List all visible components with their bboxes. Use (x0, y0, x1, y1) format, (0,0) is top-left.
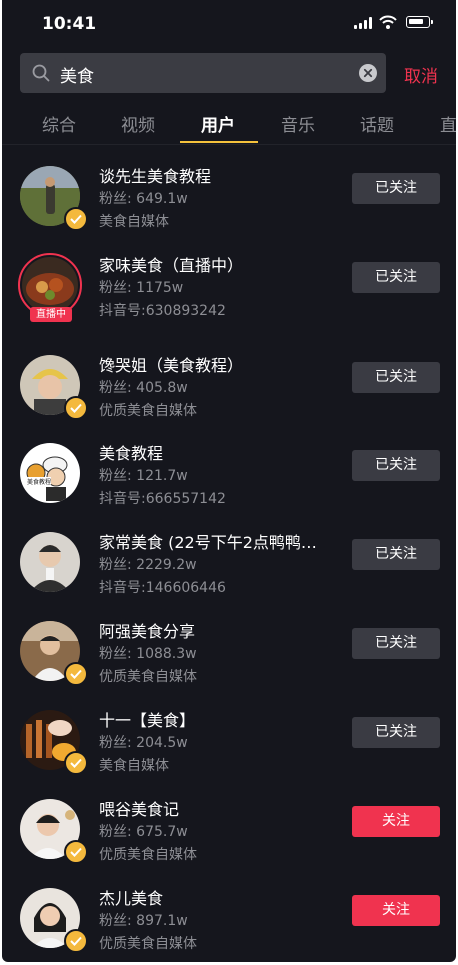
search-tabs: 综合 视频 用户 音乐 话题 直 (2, 100, 456, 144)
tab-users[interactable]: 用户 (201, 111, 235, 136)
user-name: 杰儿美食 (99, 889, 164, 908)
following-button[interactable]: 已关注 (352, 450, 440, 481)
status-bar: 10:41 (2, 0, 456, 46)
avatar[interactable] (22, 257, 78, 313)
user-name: 家味美食（直播中） (99, 256, 244, 275)
following-button[interactable]: 已关注 (352, 628, 440, 659)
app-screen: 10:41 美食 取消 综合 视频 用户 音乐 话题 直 谈先生美食教程 粉丝:… (2, 0, 456, 962)
following-button[interactable]: 已关注 (352, 539, 440, 570)
cellular-signal-icon (354, 17, 372, 29)
user-subtitle: 抖音号:146606446 (99, 580, 226, 596)
user-row[interactable]: 阿强美食分享 粉丝: 1088.3w 优质美食自媒体 已关注 (2, 621, 456, 710)
avatar[interactable] (20, 532, 80, 592)
following-button[interactable]: 已关注 (352, 362, 440, 393)
user-row[interactable]: 美食教程 美食教程 粉丝: 121.7w 抖音号:666557142 已关注 (2, 443, 456, 532)
tabs-divider (2, 144, 456, 145)
user-subtitle: 抖音号:630893242 (99, 303, 226, 319)
user-name: 家常美食 (22号下午2点鸭鸭… (99, 533, 317, 552)
search-icon (32, 64, 50, 82)
follow-button[interactable]: 关注 (352, 806, 440, 837)
user-subtitle: 优质美食自媒体 (99, 936, 197, 952)
search-input[interactable]: 美食 (60, 62, 94, 87)
user-row[interactable]: 杰儿美食 粉丝: 897.1w 优质美食自媒体 关注 (2, 888, 456, 962)
user-fans: 粉丝: 649.1w (99, 191, 188, 207)
user-fans: 粉丝: 1088.3w (99, 646, 197, 662)
user-name: 谈先生美食教程 (99, 167, 212, 186)
user-name: 十一【美食】 (99, 711, 196, 730)
user-fans: 粉丝: 897.1w (99, 913, 188, 929)
user-subtitle: 优质美食自媒体 (99, 669, 197, 685)
user-fans: 粉丝: 1175w (99, 280, 184, 296)
search-box[interactable]: 美食 (20, 53, 386, 93)
avatar[interactable]: 美食教程 (20, 443, 80, 503)
user-subtitle: 美食自媒体 (99, 758, 169, 774)
tab-videos[interactable]: 视频 (121, 111, 155, 136)
user-row[interactable]: 直播中 家味美食（直播中） 粉丝: 1175w 抖音号:630893242 已关… (2, 253, 456, 344)
verified-badge-icon (64, 751, 88, 775)
tab-topics[interactable]: 话题 (360, 111, 394, 136)
user-row[interactable]: 谈先生美食教程 粉丝: 649.1w 美食自媒体 已关注 (2, 166, 456, 255)
battery-icon (406, 16, 433, 28)
user-row[interactable]: 家常美食 (22号下午2点鸭鸭… 粉丝: 2229.2w 抖音号:1466064… (2, 532, 456, 621)
user-subtitle: 抖音号:666557142 (99, 491, 226, 507)
following-button[interactable]: 已关注 (352, 173, 440, 204)
avatar-text: 美食教程 (27, 477, 52, 486)
user-name: 馋哭姐（美食教程） (99, 356, 244, 375)
following-button[interactable]: 已关注 (352, 262, 440, 293)
tab-music[interactable]: 音乐 (281, 111, 315, 136)
user-name: 美食教程 (99, 444, 164, 463)
wifi-icon (379, 15, 397, 29)
verified-badge-icon (64, 396, 88, 420)
user-subtitle: 优质美食自媒体 (99, 403, 197, 419)
user-fans: 粉丝: 204.5w (99, 735, 188, 751)
user-fans: 粉丝: 121.7w (99, 468, 188, 484)
verified-badge-icon (64, 207, 88, 231)
user-fans: 粉丝: 675.7w (99, 824, 188, 840)
live-badge: 直播中 (30, 307, 72, 322)
cancel-button[interactable]: 取消 (404, 62, 438, 87)
tab-comprehensive[interactable]: 综合 (42, 111, 76, 136)
verified-badge-icon (64, 662, 88, 686)
user-row[interactable]: 十一【美食】 粉丝: 204.5w 美食自媒体 已关注 (2, 710, 456, 799)
verified-badge-icon (64, 929, 88, 953)
user-name: 喂谷美食记 (99, 800, 180, 819)
status-time: 10:41 (42, 14, 97, 34)
user-subtitle: 优质美食自媒体 (99, 847, 197, 863)
user-name: 阿强美食分享 (99, 622, 196, 641)
user-subtitle: 美食自媒体 (99, 214, 169, 230)
user-row[interactable]: 馋哭姐（美食教程） 粉丝: 405.8w 优质美食自媒体 已关注 (2, 355, 456, 444)
verified-badge-icon (64, 840, 88, 864)
user-row[interactable]: 喂谷美食记 粉丝: 675.7w 优质美食自媒体 关注 (2, 799, 456, 888)
user-fans: 粉丝: 2229.2w (99, 557, 197, 573)
tab-live[interactable]: 直 (440, 111, 456, 136)
following-button[interactable]: 已关注 (352, 717, 440, 748)
follow-button[interactable]: 关注 (352, 895, 440, 926)
active-tab-indicator (180, 141, 258, 143)
user-fans: 粉丝: 405.8w (99, 380, 188, 396)
clear-search-icon[interactable] (359, 64, 377, 82)
